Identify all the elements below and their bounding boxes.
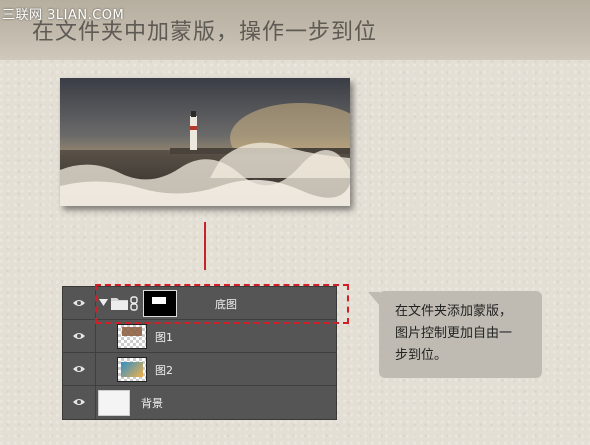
- layer-thumbnail-image2: [117, 357, 147, 382]
- eye-icon: [73, 333, 85, 339]
- page-title: 在文件夹中加蒙版，操作一步到位: [32, 20, 378, 45]
- callout-box: 在文件夹添加蒙版， 图片控制更加自由一 步到位。: [379, 291, 542, 378]
- eye-icon: [73, 366, 85, 372]
- eye-icon: [73, 300, 85, 306]
- layer-name-image2: 图2: [155, 364, 173, 377]
- visibility-toggle[interactable]: [63, 386, 96, 419]
- layer-name-image1: 图1: [155, 331, 173, 344]
- group-highlight-box: [95, 284, 349, 324]
- lighthouse-photo: [60, 78, 350, 206]
- visibility-toggle[interactable]: [63, 320, 96, 353]
- eye-icon: [73, 399, 85, 405]
- layer-row-image1[interactable]: 图1: [63, 320, 336, 353]
- layer-thumbnail-image1: [117, 324, 147, 349]
- callout-text: 在文件夹添加蒙版， 图片控制更加自由一 步到位。: [395, 304, 513, 363]
- visibility-toggle[interactable]: [63, 287, 96, 320]
- connector-line: [204, 222, 206, 270]
- layer-name-background: 背景: [141, 397, 163, 410]
- layer-row-image2[interactable]: 图2: [63, 353, 336, 386]
- layer-thumbnail-background: [98, 390, 130, 416]
- visibility-toggle[interactable]: [63, 353, 96, 386]
- layer-row-background[interactable]: 背景: [63, 386, 336, 419]
